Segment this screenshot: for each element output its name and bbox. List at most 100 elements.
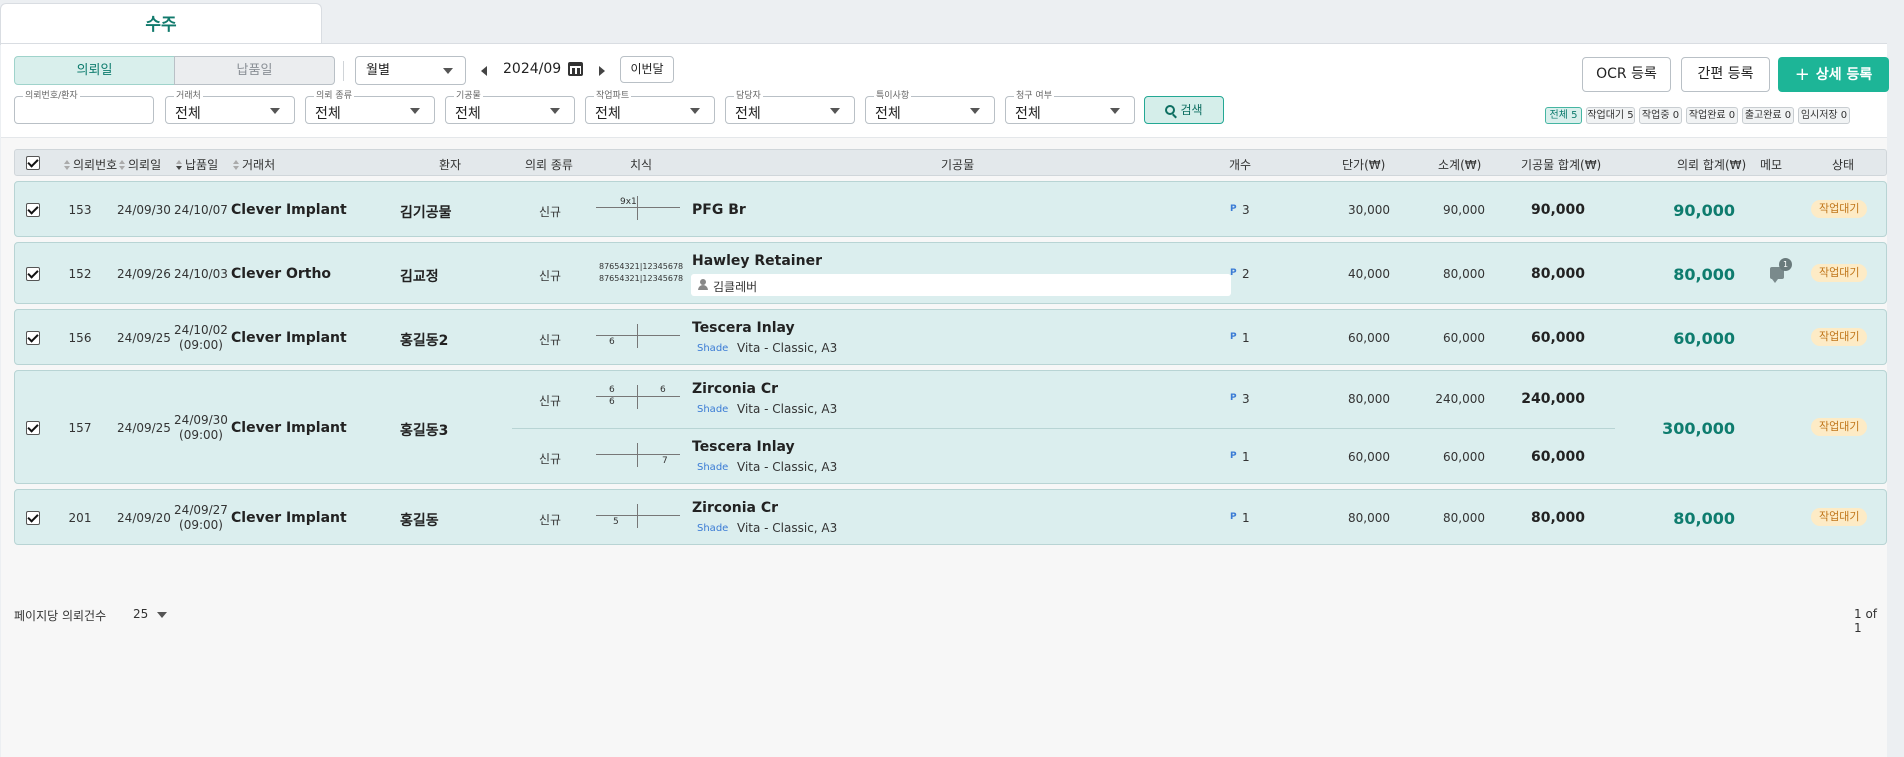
simple-register-button[interactable]: 간편 등록: [1681, 57, 1770, 92]
client-name: Clever Implant: [231, 202, 347, 218]
calendar-icon[interactable]: [568, 62, 583, 76]
sort-icon: [233, 160, 239, 170]
field-label: 담당자: [734, 90, 763, 102]
current-month: 2024/09: [503, 61, 562, 77]
this-month-button[interactable]: 이번달: [620, 56, 674, 83]
p-marker: P: [1230, 451, 1237, 461]
th-unit-price: 단가(₩): [1342, 158, 1386, 172]
chevron-down-icon: [690, 108, 700, 114]
chip-draft[interactable]: 임시저장 0: [1798, 107, 1850, 124]
per-page-label: 페이지당 의뢰건수: [14, 609, 107, 623]
prosthesis-name: Tescera Inlay: [692, 320, 795, 336]
prosthesis-note-text: 김클레버: [713, 280, 758, 294]
per-page-select[interactable]: 25: [133, 607, 167, 621]
status-badge: 작업대기: [1811, 418, 1868, 436]
request-no: 156: [68, 331, 92, 345]
memo-count-badge: 1: [1779, 258, 1792, 271]
chip-in-progress[interactable]: 작업중 0: [1639, 107, 1682, 124]
client-name: Clever Implant: [231, 420, 347, 436]
table-row[interactable]: 152 24/09/26 24/10/03 Clever Ortho 김교정 신…: [14, 242, 1887, 304]
row-checkbox[interactable]: [26, 331, 40, 345]
qty: 3: [1242, 392, 1250, 406]
special-note-select[interactable]: 특이사항 전체: [865, 90, 995, 124]
tooth-chart-line2: 87654321|12345678: [599, 274, 684, 283]
patient-name: 홍길동3: [400, 423, 449, 439]
chip-shipped[interactable]: 출고완료 0: [1742, 107, 1794, 124]
request-type: 신규: [538, 333, 562, 347]
th-qty: 개수: [1229, 158, 1252, 172]
th-subtotal: 소계(₩): [1438, 158, 1482, 172]
table-row[interactable]: 157 24/09/25 24/09/30 (09:00) Clever Imp…: [14, 370, 1887, 484]
unit-price: 30,000: [1348, 203, 1390, 217]
seg-request-date[interactable]: 의뢰일: [14, 56, 175, 85]
prosthesis-name: PFG Br: [692, 202, 746, 218]
tab-orders[interactable]: 수주: [0, 3, 322, 45]
period-select[interactable]: 월별: [355, 56, 466, 85]
status-badge: 작업대기: [1811, 328, 1868, 346]
th-request-date[interactable]: 의뢰일: [119, 156, 161, 173]
th-request-no[interactable]: 의뢰번호: [64, 156, 117, 173]
chip-all[interactable]: 전체 5: [1545, 107, 1582, 124]
request-type: 신규: [538, 205, 562, 219]
request-type: 신규: [538, 269, 562, 283]
row-checkbox[interactable]: [26, 421, 40, 435]
field-value: 전체: [1015, 106, 1041, 122]
qty: 1: [1242, 331, 1250, 345]
ocr-register-button[interactable]: OCR 등록: [1582, 57, 1671, 92]
filter-area: 의뢰일 납품일 월별 2024/09 이번달 의뢰번호/환자 거래처 전체 의뢰…: [1, 44, 1889, 138]
table-row[interactable]: 153 24/09/30 24/10/07 Clever Implant 김기공…: [14, 181, 1887, 237]
select-all-checkbox[interactable]: [26, 156, 40, 170]
status-badge: 작업대기: [1811, 264, 1868, 282]
th-request-type: 의뢰 종류: [525, 158, 573, 172]
search-icon: [1165, 105, 1176, 115]
prosth-total: 60,000: [1530, 330, 1585, 346]
delivery-date: 24/10/07: [174, 203, 228, 217]
request-total: 300,000: [1662, 419, 1735, 438]
request-type-select[interactable]: 의뢰 종류 전체: [305, 90, 435, 124]
per-page-value: 25: [133, 607, 149, 621]
field-value: 전체: [595, 106, 621, 122]
row-checkbox[interactable]: [26, 267, 40, 281]
qty: 1: [1242, 450, 1250, 464]
chip-waiting[interactable]: 작업대기 5: [1586, 107, 1635, 124]
detail-register-button[interactable]: + 상세 등록: [1778, 57, 1889, 92]
client-select[interactable]: 거래처 전체: [165, 90, 295, 124]
row-checkbox[interactable]: [26, 511, 40, 525]
work-part-select[interactable]: 작업파트 전체: [585, 90, 715, 124]
subtotal: 60,000: [1443, 331, 1485, 345]
table-row[interactable]: 156 24/09/25 24/10/02 (09:00) Clever Imp…: [14, 309, 1887, 365]
chip-done[interactable]: 작업완료 0: [1686, 107, 1738, 124]
row-checkbox[interactable]: [26, 203, 40, 217]
manager-select[interactable]: 담당자 전체: [725, 90, 855, 124]
request-no: 152: [68, 267, 92, 281]
tooth-chart: 6 6 6: [596, 385, 680, 409]
th-prosthesis: 기공물: [941, 158, 975, 172]
prosthesis-select[interactable]: 기공물 전체: [445, 90, 575, 124]
billing-select[interactable]: 청구 여부 전체: [1005, 90, 1135, 124]
request-no: 153: [68, 203, 92, 217]
next-month-icon[interactable]: [599, 66, 605, 76]
p-marker: P: [1230, 268, 1237, 278]
th-delivery-date[interactable]: 납품일: [176, 156, 218, 173]
shade-value: Vita - Classic, A3: [737, 460, 838, 474]
sort-desc-icon: [176, 160, 182, 170]
subtotal: 80,000: [1443, 267, 1485, 281]
th-client[interactable]: 거래처: [233, 156, 275, 173]
field-label: 특이사항: [874, 90, 912, 102]
patient-name: 김기공물: [400, 205, 452, 221]
tooth-chart: 9x1: [596, 196, 680, 220]
shade-value: Vita - Classic, A3: [737, 521, 838, 535]
search-button[interactable]: 검색: [1144, 96, 1224, 124]
divider: [343, 61, 344, 81]
request-no: 201: [68, 511, 92, 525]
client-name: Clever Implant: [231, 330, 347, 346]
delivery-date: 24/09/30: [174, 413, 228, 427]
table-row[interactable]: 201 24/09/20 24/09/27 (09:00) Clever Imp…: [14, 489, 1887, 545]
shade-label: Shade: [697, 343, 729, 354]
th-memo: 메모: [1760, 158, 1783, 172]
field-value: 전체: [175, 106, 201, 122]
patient-name: 홍길동2: [400, 333, 449, 349]
request-patient-input[interactable]: 의뢰번호/환자: [14, 90, 154, 124]
seg-delivery-date[interactable]: 납품일: [174, 56, 335, 85]
prev-month-icon[interactable]: [481, 66, 487, 76]
